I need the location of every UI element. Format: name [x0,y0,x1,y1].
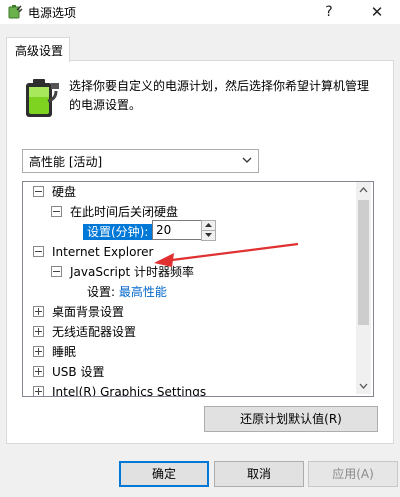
tree-item-turn-off-disk[interactable]: 在此时间后关闭硬盘 [51,202,178,222]
battery-plug-icon [26,79,59,117]
tree-item-wireless-adapter[interactable]: 无线适配器设置 [33,322,136,342]
scrollbar-thumb[interactable] [358,200,369,325]
description-text: 选择你要自定义的电源计划，然后选择你希望计算机管理的电源设置。 [69,79,370,112]
expand-icon[interactable] [33,386,44,396]
spin-buttons [201,220,216,241]
power-plan-dropdown[interactable]: 高性能 [活动] [22,149,259,173]
minutes-input[interactable]: 20 [152,220,203,240]
tree-item-desktop-background[interactable]: 桌面背景设置 [33,302,124,322]
apply-button[interactable]: 应用(A) [308,461,398,487]
restore-defaults-button[interactable]: 还原计划默认值(R) [204,406,378,432]
collapse-icon[interactable] [51,206,62,217]
chevron-down-icon [242,157,252,163]
tree-item-js-setting[interactable]: 设置: 最高性能 [87,282,167,302]
tab-advanced-settings[interactable]: 高级设置 [6,37,70,62]
arrow-down-icon [205,233,212,237]
expand-icon[interactable] [33,366,44,377]
js-timer-value-link[interactable]: 最高性能 [119,285,167,299]
power-plan-selected: 高性能 [活动] [29,155,103,169]
cancel-button[interactable]: 取消 [214,461,304,487]
scroll-up-icon[interactable] [359,187,368,193]
tree-item-disk-setting[interactable]: 设置(分钟): [83,222,153,242]
collapse-icon[interactable] [51,266,62,277]
tree-item-intel-graphics[interactable]: Intel(R) Graphics Settings [33,382,206,396]
ok-button[interactable]: 确定 [119,461,209,487]
tree-scrollbar[interactable] [356,182,371,394]
expand-icon[interactable] [33,306,44,317]
collapse-icon[interactable] [33,186,44,197]
tree-item-internet-explorer[interactable]: Internet Explorer [33,242,153,262]
collapse-icon[interactable] [33,246,44,257]
tab-label: 高级设置 [15,44,64,58]
annotation-arrow-icon [154,242,299,267]
help-button[interactable]: ? [306,0,352,24]
scroll-down-icon[interactable] [359,383,368,389]
expand-icon[interactable] [33,346,44,357]
close-button[interactable]: ✕ [354,0,400,24]
window-title: 电源选项 [28,6,77,20]
tree-item-sleep[interactable]: 睡眠 [33,342,76,362]
power-options-icon [8,5,23,19]
minutes-spinbox[interactable]: 20 [152,220,216,241]
settings-tree[interactable]: 硬盘 在此时间后关闭硬盘 设置(分钟): Internet Explorer J… [22,181,374,397]
title-bar: 电源选项 ? ✕ [0,0,400,24]
setting-label-selected: 设置(分钟): [83,224,153,240]
arrow-up-icon [205,223,212,227]
expand-icon[interactable] [33,326,44,337]
tree-item-usb[interactable]: USB 设置 [33,362,104,382]
tree-item-hard-disk[interactable]: 硬盘 [33,182,76,202]
